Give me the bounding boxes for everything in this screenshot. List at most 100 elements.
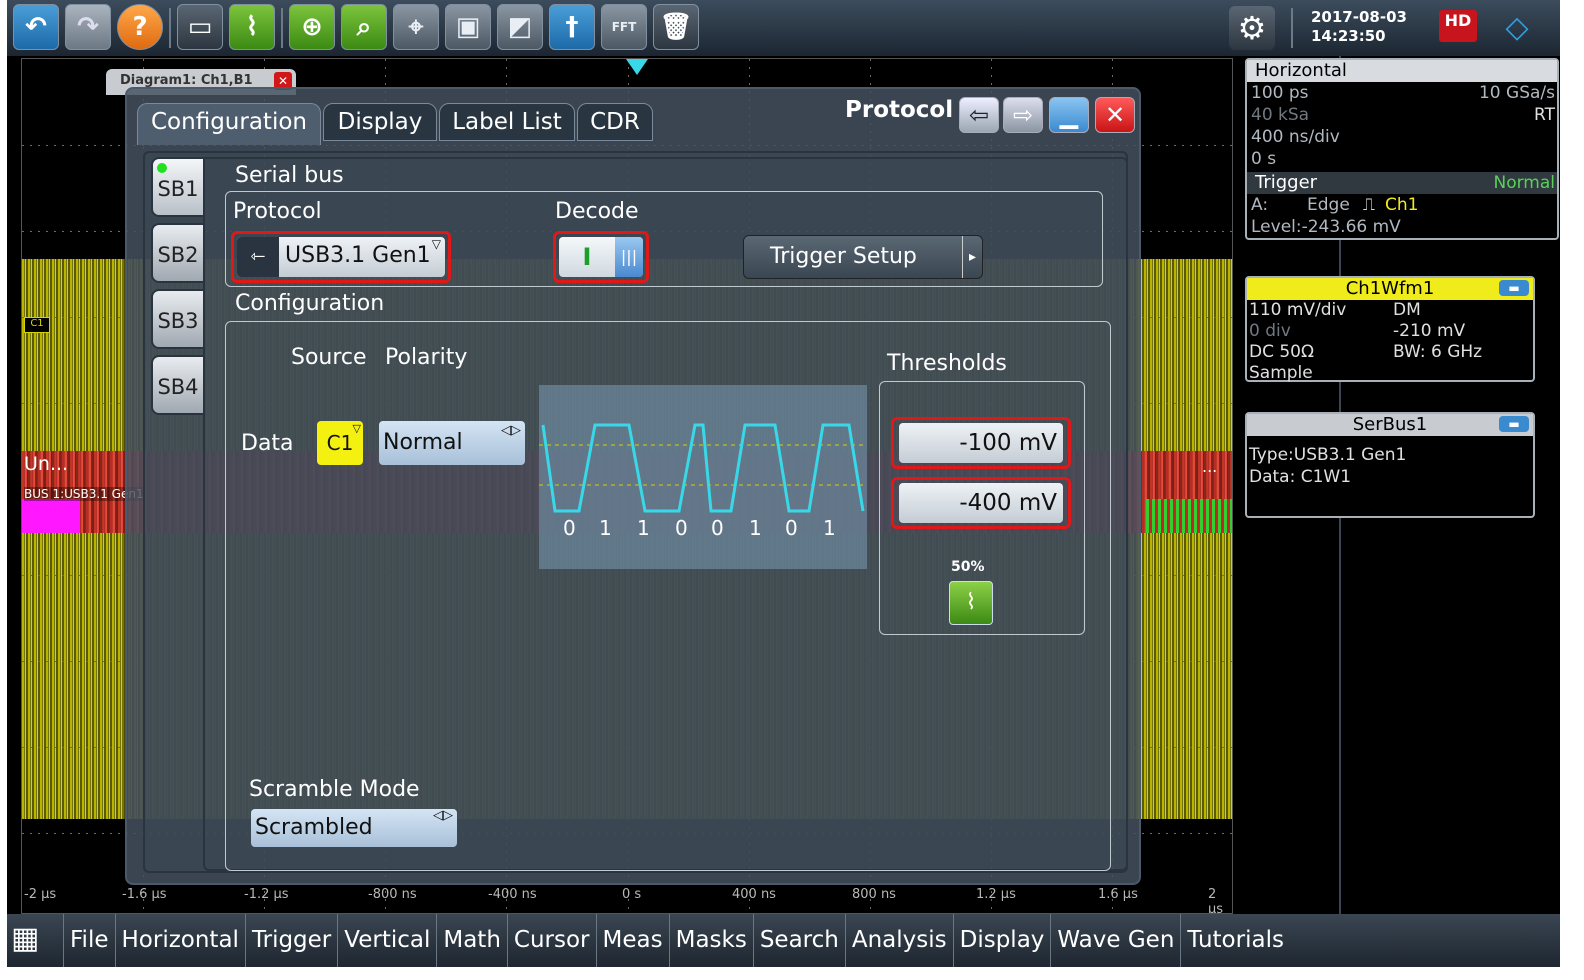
settings-gear-icon[interactable]: ⚙	[1229, 6, 1275, 50]
source-label: Source	[291, 345, 367, 370]
zoom-icon[interactable]: ⊕	[289, 4, 335, 50]
ch1-acq-mode: Sample	[1249, 363, 1313, 383]
menu-analysis[interactable]: Analysis	[844, 914, 953, 967]
channel-marker[interactable]: C1	[24, 317, 50, 333]
trigger-type: Edge	[1307, 195, 1350, 215]
menu-meas[interactable]: Meas	[595, 914, 669, 967]
protocol-select[interactable]: ⇽ USB3.1 Gen1 ▽	[237, 237, 445, 277]
bit-label: 0	[563, 516, 576, 540]
x-tick: 1.6 µs	[1098, 887, 1138, 902]
tab-display[interactable]: Display	[323, 103, 437, 141]
source-value: C1	[326, 431, 354, 455]
ch1-scale: 110 mV/div	[1249, 300, 1347, 320]
polarity-select[interactable]: Normal ◁▷	[379, 421, 525, 465]
minimize-icon[interactable]: ▬	[1499, 416, 1529, 432]
trigger-position-marker-icon[interactable]	[626, 59, 648, 75]
menu-vertical[interactable]: Vertical	[337, 914, 436, 967]
tab-configuration[interactable]: Configuration	[137, 103, 321, 145]
signal-preview-bg	[539, 385, 867, 569]
tab-label-list[interactable]: Label List	[439, 103, 575, 141]
open-icon[interactable]: ▭	[177, 4, 223, 50]
menu-cursor[interactable]: Cursor	[506, 914, 596, 967]
serbus-info-box[interactable]: SerBus1 ▬ Type:USB3.1 Gen1 Data: C1W1	[1245, 412, 1535, 518]
serial-bus-panel: Serial bus Protocol ⇽ USB3.1 Gen1 ▽ Deco…	[203, 157, 1128, 871]
rohde-schwarz-logo-icon: ◇	[1505, 10, 1529, 45]
find-icon[interactable]: ⌕	[341, 4, 387, 50]
menu-wave-gen[interactable]: Wave Gen	[1050, 914, 1180, 967]
minimize-icon[interactable]: ▁	[1049, 97, 1089, 133]
sb-tab-1[interactable]: SB1	[151, 157, 205, 217]
menu-file[interactable]: File	[63, 914, 115, 967]
play-arrow-icon: ▸	[961, 236, 976, 278]
x-tick: -1.6 µs	[122, 887, 167, 902]
close-dialog-icon[interactable]: ✕	[1095, 97, 1135, 133]
sb-tab-3[interactable]: SB3	[151, 289, 205, 349]
acq-mode: RT	[1534, 105, 1555, 125]
tab-cdr[interactable]: CDR	[577, 103, 653, 141]
protocol-dialog: Configuration Display Label List CDR Pro…	[125, 87, 1141, 885]
hd-badge-icon[interactable]: HD	[1439, 10, 1477, 42]
minimize-icon[interactable]: ▬	[1499, 280, 1529, 296]
menu-search[interactable]: Search	[752, 914, 845, 967]
toolbar-separator	[281, 8, 283, 48]
threshold-high-input[interactable]: -100 mV	[899, 423, 1063, 463]
dialog-content: SB1 SB2 SB3 SB4 Serial bus Protocol ⇽ US…	[143, 151, 1128, 873]
x-tick: -400 ns	[488, 887, 537, 902]
capture-icon[interactable]: ▣	[445, 4, 491, 50]
cursor-icon[interactable]: †	[549, 4, 595, 50]
horizontal-info-box[interactable]: Horizontal 100 ps 10 GSa/s 40 kSa RT 400 n…	[1245, 58, 1559, 240]
ch1-row-3: DC 50Ω BW: 6 GHz	[1247, 342, 1533, 363]
delete-icon[interactable]: 🗑	[653, 4, 699, 50]
threshold-low-input[interactable]: -400 mV	[899, 483, 1063, 523]
autoset-icon[interactable]: ⌇	[229, 4, 275, 50]
record-length: 40 kSa	[1251, 105, 1310, 125]
scramble-mode-select[interactable]: Scrambled ◁▷	[251, 808, 457, 847]
ch1-bandwidth: BW: 6 GHz	[1393, 342, 1483, 362]
histogram-icon[interactable]: ⌖	[393, 4, 439, 50]
sample-rate: 10 GSa/s	[1478, 83, 1555, 103]
mask-icon[interactable]: ◩	[497, 4, 543, 50]
protocol-label: Protocol	[233, 199, 322, 224]
sb-tab-4[interactable]: SB4	[151, 355, 205, 415]
ch1-info-box[interactable]: Ch1Wfm1 ▬ 110 mV/div DM 0 div -210 mV DC 50…	[1245, 276, 1535, 383]
x-tick: 800 ns	[852, 887, 896, 902]
redo-icon[interactable]: ↷	[65, 4, 111, 50]
horizontal-row-1: 100 ps 10 GSa/s	[1247, 82, 1557, 104]
polarity-value: Normal	[383, 430, 463, 455]
dialog-title: Protocol	[845, 97, 954, 123]
trigger-header: Trigger Normal	[1247, 172, 1557, 194]
help-icon[interactable]: ?	[117, 4, 163, 50]
back-arrow-icon[interactable]: ⇦	[959, 97, 999, 133]
auto-threshold-icon[interactable]: ⌇	[949, 581, 993, 625]
menu-trigger[interactable]: Trigger	[244, 914, 337, 967]
ch1-dm: DM	[1393, 300, 1421, 320]
menu-items: File Horizontal Trigger Vertical Math Cu…	[63, 914, 1290, 967]
undo-icon[interactable]: ↶	[13, 4, 59, 50]
trigger-setup-button[interactable]: Trigger Setup ▸	[743, 235, 983, 279]
menu-horizontal[interactable]: Horizontal	[114, 914, 245, 967]
menu-math[interactable]: Math	[436, 914, 507, 967]
trigger-row: A: Edge ⎍ Ch1	[1247, 194, 1557, 216]
spinner-arrows-icon: ◁▷	[433, 808, 453, 823]
apps-grid-icon[interactable]: ▦	[11, 924, 57, 958]
chevron-down-icon: ▽	[352, 422, 361, 435]
serial-bus-heading: Serial bus	[235, 163, 344, 188]
horizontal-position: 0 s	[1251, 149, 1277, 169]
menu-tutorials[interactable]: Tutorials	[1180, 914, 1290, 967]
menu-display[interactable]: Display	[952, 914, 1051, 967]
fft-icon[interactable]: FFT	[601, 4, 647, 50]
sb-tab-2[interactable]: SB2	[151, 223, 205, 283]
menu-masks[interactable]: Masks	[668, 914, 753, 967]
decode-toggle[interactable]: I |||	[559, 237, 643, 277]
forward-arrow-icon[interactable]: ⇨	[1003, 97, 1043, 133]
help-label: ?	[132, 12, 148, 42]
percent-label: 50%	[951, 559, 985, 575]
date: 2017-08-03	[1311, 8, 1407, 26]
active-indicator-icon	[157, 163, 167, 173]
ch1-row-2: 0 div -210 mV	[1247, 321, 1533, 342]
bit-label: 1	[637, 516, 650, 540]
trigger-setup-label: Trigger Setup	[770, 244, 917, 269]
source-select[interactable]: C1 ▽	[317, 421, 363, 465]
ch1-title: Ch1Wfm1	[1345, 278, 1435, 299]
ch1-coupling: DC 50Ω	[1249, 342, 1314, 362]
